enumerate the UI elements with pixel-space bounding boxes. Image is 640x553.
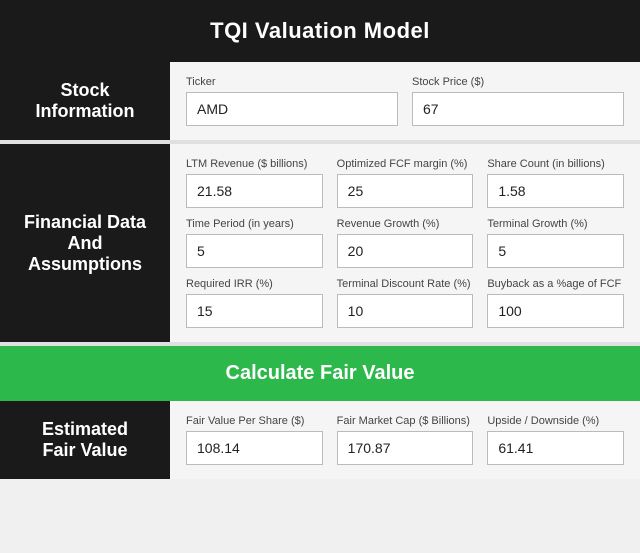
terminal-growth-input[interactable] [487,234,624,268]
upside-downside-input[interactable] [487,431,624,465]
fair-value-per-share-input[interactable] [186,431,323,465]
upside-downside-label: Upside / Downside (%) [487,415,624,427]
financial-section-content: LTM Revenue ($ billions) Optimized FCF m… [170,144,640,342]
time-period-label: Time Period (in years) [186,218,323,230]
required-irr-group: Required IRR (%) [186,278,323,328]
financial-row-2: Time Period (in years) Revenue Growth (%… [186,218,624,268]
terminal-discount-group: Terminal Discount Rate (%) [337,278,474,328]
fair-market-cap-group: Fair Market Cap ($ Billions) [337,415,474,465]
financial-row-1: LTM Revenue ($ billions) Optimized FCF m… [186,158,624,208]
fcf-margin-label: Optimized FCF margin (%) [337,158,474,170]
required-irr-input[interactable] [186,294,323,328]
revenue-growth-input[interactable] [337,234,474,268]
share-count-label: Share Count (in billions) [487,158,624,170]
results-section: EstimatedFair Value Fair Value Per Share… [0,401,640,479]
buyback-input[interactable] [487,294,624,328]
buyback-label: Buyback as a %age of FCF [487,278,624,290]
revenue-growth-label: Revenue Growth (%) [337,218,474,230]
financial-section: Financial DataAndAssumptions LTM Revenue… [0,144,640,346]
upside-downside-group: Upside / Downside (%) [487,415,624,465]
results-section-label: EstimatedFair Value [0,401,170,479]
terminal-discount-input[interactable] [337,294,474,328]
fair-value-per-share-group: Fair Value Per Share ($) [186,415,323,465]
share-count-input[interactable] [487,174,624,208]
required-irr-label: Required IRR (%) [186,278,323,290]
buyback-group: Buyback as a %age of FCF [487,278,624,328]
ticker-input[interactable] [186,92,398,126]
ticker-group: Ticker [186,76,398,126]
fair-market-cap-input[interactable] [337,431,474,465]
time-period-input[interactable] [186,234,323,268]
fcf-margin-group: Optimized FCF margin (%) [337,158,474,208]
results-fields-row: Fair Value Per Share ($) Fair Market Cap… [186,415,624,465]
terminal-growth-group: Terminal Growth (%) [487,218,624,268]
financial-section-label: Financial DataAndAssumptions [0,144,170,342]
stock-price-label: Stock Price ($) [412,76,624,88]
page-title: TQI Valuation Model [0,0,640,62]
ticker-label: Ticker [186,76,398,88]
calculate-button-row: Calculate Fair Value [0,346,640,401]
ltm-revenue-group: LTM Revenue ($ billions) [186,158,323,208]
fair-market-cap-label: Fair Market Cap ($ Billions) [337,415,474,427]
calculate-button[interactable]: Calculate Fair Value [0,362,640,385]
stock-section-content: Ticker Stock Price ($) [170,62,640,140]
fair-value-per-share-label: Fair Value Per Share ($) [186,415,323,427]
share-count-group: Share Count (in billions) [487,158,624,208]
fcf-margin-input[interactable] [337,174,474,208]
stock-price-input[interactable] [412,92,624,126]
stock-price-group: Stock Price ($) [412,76,624,126]
financial-row-3: Required IRR (%) Terminal Discount Rate … [186,278,624,328]
terminal-discount-label: Terminal Discount Rate (%) [337,278,474,290]
terminal-growth-label: Terminal Growth (%) [487,218,624,230]
stock-fields-row: Ticker Stock Price ($) [186,76,624,126]
revenue-growth-group: Revenue Growth (%) [337,218,474,268]
stock-section: StockInformation Ticker Stock Price ($) [0,62,640,144]
ltm-revenue-input[interactable] [186,174,323,208]
stock-section-label: StockInformation [0,62,170,140]
time-period-group: Time Period (in years) [186,218,323,268]
ltm-revenue-label: LTM Revenue ($ billions) [186,158,323,170]
results-section-content: Fair Value Per Share ($) Fair Market Cap… [170,401,640,479]
